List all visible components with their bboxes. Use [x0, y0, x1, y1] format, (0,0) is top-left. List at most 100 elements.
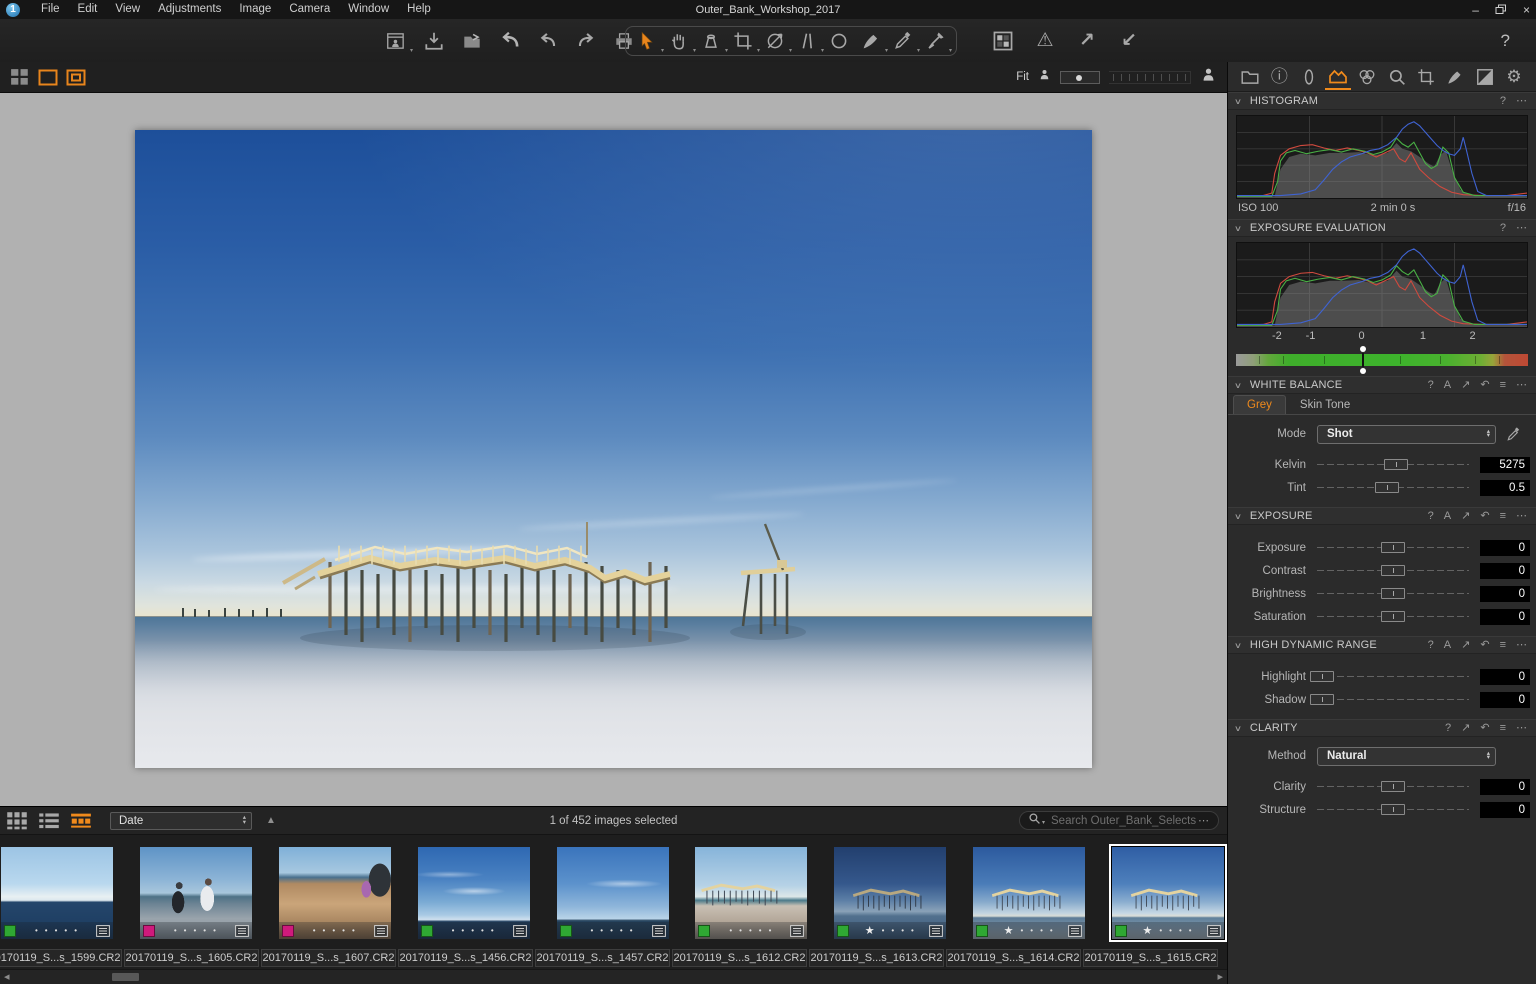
auto-adjust-icon[interactable]: A — [1444, 380, 1451, 391]
scrollbar-thumb[interactable] — [112, 973, 139, 981]
highlight-slider[interactable] — [1317, 670, 1469, 683]
exposure-evaluation-header[interactable]: ∨ EXPOSURE EVALUATION ? ⋯ — [1228, 219, 1536, 237]
thumbnail-8[interactable]: ★•••• — [973, 847, 1085, 939]
spot-tool-icon[interactable] — [826, 28, 852, 54]
thumbnail-menu-icon[interactable] — [235, 925, 249, 937]
help-icon[interactable]: ? — [1428, 380, 1434, 391]
rating-dot-icon[interactable]: • — [193, 926, 196, 935]
tab-adjustments-icon[interactable] — [1442, 64, 1468, 90]
thumbnail-menu-icon[interactable] — [929, 925, 943, 937]
help-icon[interactable]: ? — [1428, 640, 1434, 651]
more-icon[interactable]: ⋯ — [1516, 640, 1527, 651]
sort-select[interactable]: Date ▴▾ — [110, 812, 252, 830]
wb-mode-select[interactable]: Shot ▴▾ — [1317, 425, 1496, 444]
hdr-header[interactable]: ∨ HIGH DYNAMIC RANGE ? A ↗ ↶ ≡ ⋯ — [1228, 636, 1536, 654]
rating-dot-icon[interactable]: • — [630, 926, 633, 935]
filename-chip[interactable]: 20170119_S...s_1599.CR2 — [0, 949, 122, 967]
slider-handle[interactable] — [1375, 482, 1399, 493]
collapse-icon[interactable]: ∨ — [1234, 512, 1242, 521]
rating-dot-icon[interactable]: • — [64, 926, 67, 935]
slider-handle[interactable] — [1381, 804, 1405, 815]
search-field[interactable]: ▾ Search Outer_Bank_Selects ⋯ — [1019, 811, 1219, 830]
slider-handle[interactable] — [1310, 694, 1334, 705]
rating-dot-icon[interactable]: • — [882, 926, 885, 935]
rating-widget[interactable]: ••••• — [710, 926, 790, 935]
thumbnail-3[interactable]: ••••• — [279, 847, 391, 939]
thumbnail-menu-icon[interactable] — [652, 925, 666, 937]
thumbnail-7[interactable]: ★•••• — [834, 847, 946, 939]
copy-settings-icon[interactable]: ↗ — [1461, 640, 1470, 651]
thumbnail-5[interactable]: ••••• — [557, 847, 669, 939]
rating-dot-icon[interactable]: • — [729, 926, 732, 935]
exposure-meter-marker[interactable] — [1362, 353, 1364, 367]
color-tag-green[interactable] — [837, 925, 849, 937]
minimize-button[interactable]: – — [1472, 3, 1479, 17]
rating-widget[interactable]: ••••• — [433, 926, 513, 935]
menu-help[interactable]: Help — [398, 0, 440, 19]
list-view-icon[interactable] — [38, 812, 60, 830]
more-icon[interactable]: ⋯ — [1516, 723, 1527, 734]
color-tag-green[interactable] — [1115, 925, 1127, 937]
collapse-icon[interactable]: ∨ — [1234, 97, 1242, 106]
exposure-header[interactable]: ∨ EXPOSURE ? A ↗ ↶ ≡ ⋯ — [1228, 507, 1536, 525]
collapse-icon[interactable]: ∨ — [1234, 381, 1242, 390]
color-tag-green[interactable] — [421, 925, 433, 937]
rating-dot-icon[interactable]: • — [1040, 926, 1043, 935]
rating-dot-icon[interactable]: • — [739, 926, 742, 935]
rating-dot-icon[interactable]: • — [184, 926, 187, 935]
rating-widget[interactable]: ••••• — [572, 926, 652, 935]
presets-icon[interactable]: ≡ — [1500, 380, 1506, 391]
structure-slider[interactable] — [1317, 803, 1469, 816]
help-icon[interactable]: ? — [1445, 723, 1451, 734]
exposure-warning-icon[interactable]: ⚠ — [1032, 28, 1058, 54]
rating-dot-icon[interactable]: • — [590, 926, 593, 935]
rating-widget[interactable]: ••••• — [16, 926, 96, 935]
rating-dot-icon[interactable]: • — [74, 926, 77, 935]
main-photo[interactable] — [135, 130, 1092, 768]
crop-tool-icon[interactable]: ▾ — [730, 28, 756, 54]
rating-dot-icon[interactable]: • — [471, 926, 474, 935]
scroll-right-icon[interactable]: ▸ — [1217, 970, 1223, 984]
scroll-left-icon[interactable]: ◂ — [4, 970, 10, 984]
tab-details-icon[interactable] — [1384, 64, 1410, 90]
presets-icon[interactable]: ≡ — [1500, 511, 1506, 522]
zoom-fit-button[interactable]: Fit — [1016, 71, 1029, 83]
auto-adjust-icon[interactable]: A — [1444, 511, 1451, 522]
rating-dot-icon[interactable]: • — [1189, 926, 1192, 935]
menu-image[interactable]: Image — [230, 0, 280, 19]
help-icon[interactable]: ? — [1500, 223, 1506, 234]
primary-view-icon[interactable] — [38, 68, 58, 86]
help-icon[interactable]: ? — [1428, 511, 1434, 522]
proof-view-icon[interactable] — [66, 68, 86, 86]
filename-chip[interactable]: 20170119_S...s_1456.CR2 — [398, 949, 533, 967]
exposure-slider[interactable] — [1317, 541, 1469, 554]
capture-pilot-icon[interactable]: ▾ — [383, 28, 409, 54]
thumbnail-1[interactable]: ••••• — [1, 847, 113, 939]
thumbnail-menu-icon[interactable] — [374, 925, 388, 937]
grid-view-icon[interactable] — [6, 812, 28, 830]
rating-dot-icon[interactable]: • — [481, 926, 484, 935]
filename-chip[interactable]: 20170119_S...s_1613.CR2 — [809, 949, 944, 967]
rating-dot-icon[interactable]: • — [452, 926, 455, 935]
rating-dot-icon[interactable]: • — [35, 926, 38, 935]
color-tag-green[interactable] — [4, 925, 16, 937]
loupe-tool-icon[interactable]: ▾ — [698, 28, 724, 54]
collapse-icon[interactable]: ∨ — [1234, 224, 1242, 233]
rating-widget[interactable]: ••••• — [294, 926, 374, 935]
rating-dot-icon[interactable]: • — [769, 926, 772, 935]
brightness-value[interactable]: 0 — [1480, 586, 1530, 602]
rating-dot-icon[interactable]: • — [1179, 926, 1182, 935]
tint-slider[interactable] — [1317, 481, 1469, 494]
presets-icon[interactable]: ≡ — [1500, 723, 1506, 734]
multi-view-icon[interactable] — [10, 68, 30, 86]
rating-dot-icon[interactable]: • — [332, 926, 335, 935]
rating-dot-icon[interactable]: • — [342, 926, 345, 935]
star-icon[interactable]: ★ — [865, 926, 875, 936]
import-images-icon[interactable] — [421, 28, 447, 54]
copy-settings-icon[interactable]: ↗ — [1461, 380, 1470, 391]
wb-tab-skin-tone[interactable]: Skin Tone — [1286, 395, 1364, 414]
menu-view[interactable]: View — [106, 0, 149, 19]
filename-chip[interactable]: 20170119_S...s_1607.CR2 — [261, 949, 396, 967]
slider-handle[interactable] — [1381, 565, 1405, 576]
pick-color-tool-icon[interactable]: ▾ — [890, 28, 916, 54]
